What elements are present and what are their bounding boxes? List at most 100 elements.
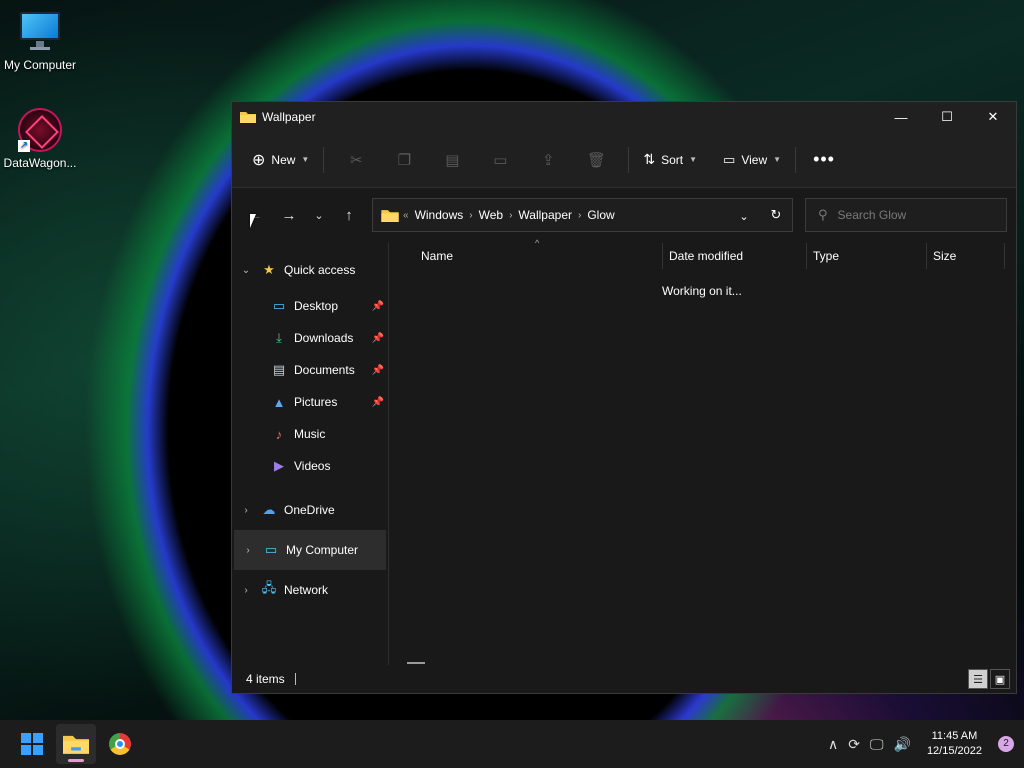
pin-icon: 📌	[371, 396, 384, 408]
desktop-icon-label: DataWagon...	[3, 156, 77, 170]
chevron-right-icon[interactable]: ›	[232, 585, 260, 596]
column-label: Size	[933, 249, 957, 263]
nav-label: Pictures	[294, 395, 338, 409]
nav-label: Videos	[294, 459, 331, 473]
view-button[interactable]: ▭ View ▼	[717, 144, 787, 176]
nav-item-downloads[interactable]: ⤓ Downloads 📌	[232, 322, 388, 354]
column-label: Date modified	[669, 249, 744, 263]
breadcrumb-overflow[interactable]: «	[403, 210, 409, 221]
copy-button[interactable]: ❐	[380, 144, 428, 176]
forward-button[interactable]: →	[274, 200, 304, 230]
details-view-button[interactable]: ☰	[968, 669, 988, 689]
sort-icon: ⇅	[643, 151, 656, 167]
mouse-cursor	[250, 214, 256, 228]
breadcrumb-windows[interactable]: Windows	[415, 208, 464, 222]
clock[interactable]: 11:45 AM 12/15/2022	[927, 729, 982, 759]
share-button[interactable]: ⇪	[524, 144, 572, 176]
desktop-icon-my-computer[interactable]: My Computer	[0, 10, 80, 72]
toolbar-divider	[628, 146, 630, 173]
new-button[interactable]: ⊕ New ▼	[246, 144, 315, 176]
nav-onedrive[interactable]: › ☁ OneDrive	[232, 490, 388, 530]
large-icons-view-button[interactable]: ▣	[990, 669, 1010, 689]
nav-label: Network	[284, 583, 329, 597]
address-bar[interactable]: « Windows › Web › Wallpaper › Glow ⌄ ↻	[372, 198, 793, 232]
volume-icon[interactable]: 🔊	[894, 736, 911, 753]
nav-label: Quick access	[284, 263, 356, 277]
folder-icon	[240, 112, 256, 123]
nav-quick-access[interactable]: ⌄ ★ Quick access	[232, 250, 388, 290]
monitor-icon: ▭	[264, 542, 278, 557]
chevron-right-icon[interactable]: ›	[232, 505, 260, 516]
desktop-icon-datawagon[interactable]: ↗ DataWagon...	[0, 108, 80, 170]
file-list[interactable]: ^ Name Date modified Type Size Working o…	[389, 238, 1016, 665]
show-hidden-icons-button[interactable]: ∧	[828, 736, 838, 753]
address-history-button[interactable]: ⌄	[728, 208, 760, 223]
sort-button[interactable]: ⇅ Sort ▼	[637, 144, 703, 176]
taskbar-file-explorer[interactable]	[56, 724, 96, 764]
column-name[interactable]: Name	[389, 243, 663, 269]
pin-icon: 📌	[371, 332, 384, 344]
nav-label: My Computer	[286, 543, 359, 557]
shortcut-arrow-icon: ↗	[18, 140, 30, 152]
nav-label: Downloads	[294, 331, 354, 345]
nav-item-desktop[interactable]: ▭ Desktop 📌	[232, 290, 388, 322]
view-icon: ▭	[723, 151, 736, 167]
pin-icon: 📌	[371, 300, 384, 312]
navigation-pane: ⌄ ★ Quick access ▭ Desktop 📌 ⤓ Downloads…	[232, 242, 389, 665]
copy-icon: ❐	[397, 151, 412, 169]
videos-icon: ▶	[274, 458, 284, 473]
share-icon: ⇪	[542, 151, 555, 169]
chevron-right-icon[interactable]: ›	[234, 545, 262, 556]
recent-locations-button[interactable]: ⌄	[304, 200, 334, 230]
search-box[interactable]: ⚲ Search Glow	[805, 198, 1007, 232]
cut-button[interactable]: ✂	[332, 144, 380, 176]
column-label: Name	[421, 249, 454, 263]
network-icon: 🖧	[261, 580, 277, 595]
taskbar-chrome[interactable]	[100, 724, 140, 764]
breadcrumb-wallpaper[interactable]: Wallpaper	[518, 208, 572, 222]
nav-item-documents[interactable]: ▤ Documents 📌	[232, 354, 388, 386]
details-view-icon: ☰	[973, 673, 983, 686]
sync-icon[interactable]: ⟳	[848, 736, 860, 753]
chevron-down-icon[interactable]: ⌄	[232, 265, 260, 276]
nav-item-pictures[interactable]: ▲ Pictures 📌	[232, 386, 388, 418]
column-date-modified[interactable]: Date modified	[663, 243, 807, 269]
downloads-icon: ⤓	[276, 330, 282, 345]
nav-label: Documents	[294, 363, 355, 377]
chevron-right-icon[interactable]: ›	[509, 210, 512, 221]
chevron-right-icon[interactable]: ›	[469, 210, 472, 221]
close-button[interactable]: ✕	[970, 102, 1016, 132]
network-status-icon[interactable]: 🖵	[870, 736, 884, 753]
nav-label: Desktop	[294, 299, 339, 313]
chevron-down-icon: ⌄	[739, 210, 749, 223]
large-icons-view-icon: ▣	[994, 673, 1006, 686]
column-size[interactable]: Size	[927, 243, 1005, 269]
title-bar[interactable]: Wallpaper — ☐ ✕	[232, 102, 1016, 132]
clock-time: 11:45 AM	[931, 730, 978, 742]
chevron-right-icon[interactable]: ›	[578, 210, 581, 221]
window-title: Wallpaper	[262, 110, 316, 124]
notification-badge[interactable]: 2	[998, 736, 1014, 752]
start-button[interactable]	[12, 724, 52, 764]
desktop-icon: ▭	[272, 298, 286, 313]
minimize-button[interactable]: —	[878, 102, 924, 132]
more-options-button[interactable]: •••	[804, 149, 844, 170]
column-type[interactable]: Type	[807, 243, 927, 269]
rename-button[interactable]: ▭	[476, 144, 524, 176]
maximize-button[interactable]: ☐	[924, 102, 970, 132]
up-button[interactable]: ↑	[334, 200, 364, 230]
horizontal-scrollbar[interactable]	[407, 662, 425, 664]
status-divider	[294, 673, 296, 685]
breadcrumb-glow[interactable]: Glow	[587, 208, 614, 222]
nav-item-music[interactable]: ♪ Music	[232, 418, 388, 450]
loading-message: Working on it...	[662, 284, 742, 298]
nav-network[interactable]: › 🖧 Network	[232, 570, 388, 610]
delete-button[interactable]: 🗑	[572, 144, 620, 176]
nav-my-computer[interactable]: › ▭ My Computer	[234, 530, 386, 570]
monitor-icon	[18, 10, 62, 54]
refresh-button[interactable]: ↻	[760, 207, 792, 223]
breadcrumb-web[interactable]: Web	[479, 208, 503, 222]
nav-item-videos[interactable]: ▶ Videos	[232, 450, 388, 482]
paste-button[interactable]: ▤	[428, 144, 476, 176]
status-bar: 4 items ☰ ▣	[232, 665, 1016, 693]
